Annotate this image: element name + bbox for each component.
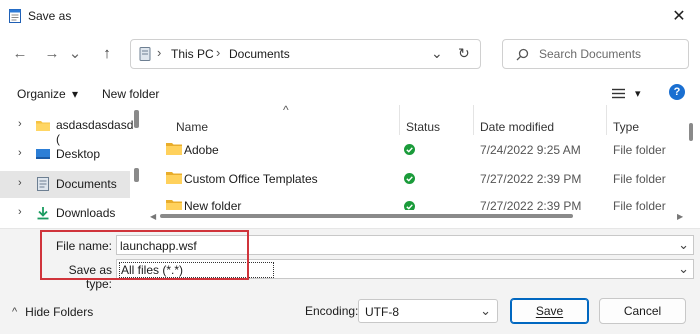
documents-icon (37, 177, 49, 191)
back-button[interactable]: ← (9, 42, 31, 64)
folder-icon (36, 121, 50, 131)
search-box[interactable]: Search Documents (502, 39, 689, 69)
folder-icon (166, 200, 182, 210)
synced-check-icon (404, 201, 415, 210)
navigation-pane: › asdasdasdasd ( › Desktop › Documents › (0, 105, 135, 225)
desktop-icon (36, 149, 50, 159)
notepad-icon (9, 9, 21, 23)
downloads-icon (37, 207, 49, 220)
breadcrumb-separator: › (157, 45, 162, 60)
column-divider[interactable] (399, 105, 400, 135)
breadcrumb-this-pc[interactable]: This PC (171, 47, 214, 61)
table-row[interactable]: New folder 7/27/2022 2:39 PM File folder (146, 196, 684, 210)
save-button-label: Save (535, 304, 564, 318)
this-pc-icon (139, 47, 151, 61)
file-date: 7/27/2022 2:39 PM (480, 172, 582, 186)
window-title: Save as (28, 9, 72, 23)
chevron-right-icon[interactable]: › (18, 147, 22, 159)
arrow-right-icon: → (44, 44, 60, 62)
chevron-down-icon: ⌄ (68, 45, 82, 62)
cancel-button[interactable]: Cancel (599, 298, 686, 324)
organize-label: Organize (17, 87, 66, 101)
forward-button[interactable]: → (41, 42, 63, 64)
column-divider[interactable] (606, 105, 607, 135)
list-view-icon (612, 88, 625, 99)
sidebar-item-label: Documents (56, 177, 117, 191)
file-date: 7/27/2022 2:39 PM (480, 199, 582, 210)
file-name: Custom Office Templates (184, 172, 318, 186)
view-options-button[interactable]: ▾ (612, 87, 641, 100)
new-folder-button[interactable]: New folder (102, 87, 159, 101)
column-header-status[interactable]: Status (406, 120, 440, 134)
hide-folders-label: Hide Folders (25, 305, 94, 319)
horizontal-scrollbar-thumb[interactable] (160, 214, 573, 218)
close-button[interactable]: ✕ (665, 4, 693, 28)
vertical-scrollbar-thumb[interactable] (689, 123, 693, 141)
breadcrumb-separator: › (216, 45, 221, 60)
sidebar-item-downloads[interactable]: › Downloads (0, 200, 130, 227)
file-name: New folder (184, 199, 242, 210)
chevron-down-icon: ⌄ (480, 303, 491, 318)
up-button[interactable]: ↑ (96, 42, 118, 64)
file-type: File folder (613, 172, 666, 186)
sidebar-item-folder[interactable]: › asdasdasdasd ( (0, 112, 133, 146)
scroll-left-icon[interactable]: ◀ (150, 212, 156, 221)
column-header-type[interactable]: Type (613, 120, 639, 134)
encoding-value: UTF-8 (365, 305, 399, 319)
chevron-right-icon[interactable]: › (18, 206, 22, 218)
file-type: File folder (613, 143, 666, 157)
caret-down-icon: ▾ (635, 88, 641, 100)
recent-locations-button[interactable]: ⌄ (68, 42, 82, 64)
sidebar-item-desktop[interactable]: › Desktop (0, 141, 130, 168)
search-placeholder: Search Documents (539, 47, 642, 61)
caret-down-icon: ▾ (72, 87, 79, 101)
file-type: File folder (613, 199, 666, 210)
search-icon (516, 48, 529, 61)
scroll-right-icon[interactable]: ▶ (677, 212, 683, 221)
column-header-date-modified[interactable]: Date modified (480, 120, 554, 134)
column-header-name[interactable]: Name (176, 120, 208, 134)
column-divider[interactable] (473, 105, 474, 135)
hide-folders-button[interactable]: ^ Hide Folders (12, 305, 93, 319)
help-button[interactable]: ? (669, 84, 685, 100)
annotation-highlight-box (40, 230, 249, 280)
folder-icon (166, 143, 182, 155)
sidebar-item-label: Desktop (56, 147, 101, 161)
sort-ascending-icon: ^ (283, 103, 289, 117)
chevron-right-icon[interactable]: › (18, 177, 22, 189)
title-bar: Save as ✕ (0, 0, 700, 32)
chevron-right-icon[interactable]: › (18, 118, 22, 130)
chevron-down-icon[interactable]: ⌄ (678, 261, 689, 277)
organize-menu[interactable]: Organize ▾ (17, 87, 78, 101)
save-button[interactable]: Save (510, 298, 589, 324)
arrow-left-icon: ← (12, 44, 28, 62)
breadcrumb-documents[interactable]: Documents (229, 47, 290, 61)
folder-icon (166, 172, 182, 184)
encoding-select[interactable]: UTF-8 ⌄ (358, 299, 498, 323)
sidebar-item-label: Downloads (56, 206, 116, 220)
nav-scrollbar-thumb[interactable] (134, 110, 139, 128)
refresh-icon[interactable]: ↻ (458, 45, 470, 62)
table-row[interactable]: Adobe 7/24/2022 9:25 AM File folder (146, 138, 684, 162)
address-bar[interactable]: › This PC › Documents ⌄ ↻ (130, 39, 481, 69)
arrow-up-icon: ↑ (103, 44, 111, 62)
nav-scrollbar-thumb[interactable] (134, 168, 139, 182)
chevron-down-icon[interactable]: ⌄ (678, 237, 689, 253)
close-icon: ✕ (672, 8, 686, 25)
address-dropdown-icon[interactable]: ⌄ (431, 45, 443, 62)
sidebar-item-documents[interactable]: › Documents (0, 171, 130, 198)
encoding-label: Encoding: (305, 304, 359, 318)
synced-check-icon (404, 173, 415, 184)
file-name: Adobe (184, 143, 219, 157)
chevron-up-icon: ^ (12, 306, 18, 318)
help-icon: ? (673, 86, 681, 98)
table-row[interactable]: Custom Office Templates 7/27/2022 2:39 P… (146, 167, 684, 191)
file-date: 7/24/2022 9:25 AM (480, 143, 581, 157)
synced-check-icon (404, 144, 415, 155)
